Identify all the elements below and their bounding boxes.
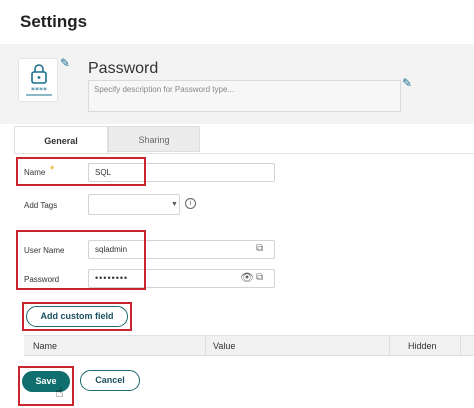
- highlight-save: [18, 366, 74, 406]
- column-header-value: Value: [213, 341, 236, 351]
- custom-fields-table-header: [24, 335, 474, 356]
- column-divider: [389, 335, 390, 356]
- type-icon-box[interactable]: ****: [18, 58, 58, 102]
- description-input[interactable]: Specify description for Password type...: [88, 80, 401, 112]
- info-icon[interactable]: i: [185, 198, 196, 209]
- tab-sharing[interactable]: Sharing: [108, 126, 200, 152]
- lock-icon: ****: [26, 64, 52, 96]
- column-header-hidden: Hidden: [408, 341, 437, 351]
- page-title: Settings: [20, 12, 88, 31]
- tags-select[interactable]: [88, 194, 180, 215]
- highlight-name: [16, 157, 146, 186]
- hand-cursor-icon: ☝: [55, 384, 64, 400]
- column-header-name: Name: [33, 341, 58, 351]
- highlight-credentials: [16, 230, 146, 290]
- highlight-add-field: [22, 302, 132, 331]
- cancel-button[interactable]: Cancel: [80, 370, 140, 391]
- chevron-down-icon[interactable]: ▼: [171, 201, 178, 208]
- column-divider: [205, 335, 206, 356]
- tags-label: Add Tags: [24, 201, 58, 210]
- eye-icon[interactable]: 👁: [240, 271, 254, 284]
- copy-icon[interactable]: ⧉: [256, 272, 263, 283]
- svg-text:****: ****: [31, 86, 47, 95]
- copy-icon[interactable]: ⧉: [256, 243, 263, 254]
- column-divider: [460, 335, 461, 356]
- tab-divider: [14, 153, 474, 154]
- tab-general[interactable]: General: [14, 126, 108, 154]
- pencil-icon[interactable]: ✎: [60, 56, 70, 70]
- pencil-icon[interactable]: ✎: [402, 76, 412, 90]
- type-name: Password: [88, 60, 159, 77]
